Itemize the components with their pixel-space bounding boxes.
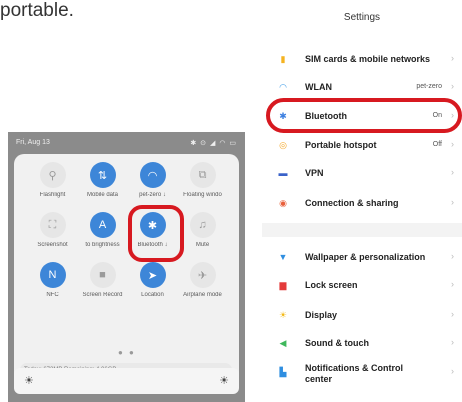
quick-toggle-screen-record[interactable]: ■ Screen Record xyxy=(80,262,125,312)
settings-row-label: Lock screen xyxy=(305,280,358,290)
chevron-right-icon: › xyxy=(451,337,454,347)
section-divider xyxy=(262,223,462,237)
quick-toggle-location[interactable]: ➤ Location xyxy=(130,262,175,312)
status-time: Fri, Aug 13 xyxy=(16,139,50,146)
quick-toggle-label: Mobile data xyxy=(86,192,119,198)
connection-sharing-icon: ◉ xyxy=(279,198,287,208)
page-indicator: ● ● xyxy=(118,348,136,357)
chevron-right-icon: › xyxy=(451,279,454,289)
mute-icon: ♫ xyxy=(189,212,216,238)
floating-window-icon: ⧉ xyxy=(189,162,216,188)
quick-toggle-floating-window[interactable]: ⧉ Floating windo xyxy=(180,162,225,212)
settings-row-wallpaper[interactable]: ▼ Wallpaper & personalization › xyxy=(262,247,462,269)
flashlight-icon: ⚲ xyxy=(39,162,66,188)
nfc-icon: N xyxy=(39,262,66,288)
settings-row-value: pet-zero xyxy=(416,83,442,90)
settings-row-vpn[interactable]: ▬ VPN › xyxy=(262,163,462,185)
quick-toggle-label: Flashlight xyxy=(39,192,66,198)
settings-row-notifications[interactable]: ▙ Notifications & Control center › xyxy=(262,362,462,384)
brightness-low-icon: ☀ xyxy=(24,375,34,387)
status-icons: ✱ ⊙ ◢ ◠ ▭ xyxy=(190,140,237,147)
screen-record-icon: ■ xyxy=(89,262,116,288)
quick-toggle-mute[interactable]: ♫ Mute xyxy=(180,212,225,262)
caption-text: portable. xyxy=(0,0,74,21)
display-icon: ☀ xyxy=(278,310,288,320)
settings-row-sound[interactable]: ◀ Sound & touch › xyxy=(262,333,462,355)
bluetooth-row-highlight xyxy=(266,98,462,133)
quick-toggle-label: Airplane mode xyxy=(183,292,222,298)
vpn-icon: ▬ xyxy=(278,168,288,178)
control-center-screen: Fri, Aug 13 ✱ ⊙ ◢ ◠ ▭ ⚲ Flashlight ⇅ Mobile… xyxy=(8,132,245,402)
settings-row-label: Display xyxy=(305,310,338,320)
control-center-panel: ⚲ Flashlight ⇅ Mobile data ◠ pet-zero ↓ ⧉ Float… xyxy=(14,154,239,384)
settings-row-value: Off xyxy=(432,141,442,148)
quick-toggle-nfc[interactable]: N NFC xyxy=(30,262,75,312)
wifi-icon: ◠ xyxy=(279,82,287,92)
settings-row-lock[interactable]: ▆ Lock screen › xyxy=(262,275,462,297)
page-title: Settings xyxy=(343,12,381,23)
chevron-right-icon: › xyxy=(451,197,454,207)
sim-icon: ▮ xyxy=(280,54,286,64)
chevron-right-icon: › xyxy=(451,53,454,63)
quick-toggle-label: Screen Record xyxy=(82,292,123,298)
settings-row-label: WLAN xyxy=(305,82,332,92)
chevron-right-icon: › xyxy=(451,81,454,91)
location-icon: ➤ xyxy=(139,262,166,288)
chevron-right-icon: › xyxy=(451,366,454,376)
quick-toggle-label: NFC xyxy=(46,292,59,298)
settings-row-label: Notifications & Control center xyxy=(305,363,403,384)
settings-screen: Settings ▮ SIM cards & mobile networks › ◠ W… xyxy=(262,0,462,402)
status-bar: Fri, Aug 13 ✱ ⊙ ◢ ◠ ▭ xyxy=(8,132,245,154)
settings-row-label: Portable hotspot xyxy=(305,140,377,150)
screenshot-icon: ⛶ xyxy=(39,212,66,238)
brightness-high-icon: ☀ xyxy=(219,375,229,387)
chevron-right-icon: › xyxy=(451,309,454,319)
bluetooth-toggle-highlight xyxy=(128,205,184,262)
chevron-right-icon: › xyxy=(451,139,454,149)
lock-icon: ▆ xyxy=(279,280,287,290)
quick-toggle-label: Floating windo xyxy=(183,192,222,198)
settings-row-label: VPN xyxy=(305,168,324,178)
settings-row-connection-sharing[interactable]: ◉ Connection & sharing › xyxy=(262,193,462,215)
hotspot-icon: ◎ xyxy=(279,140,287,150)
notifications-icon: ▙ xyxy=(279,367,287,377)
quick-toggle-label: Mute xyxy=(195,242,210,248)
wallpaper-icon: ▼ xyxy=(278,252,288,262)
mobile-data-icon: ⇅ xyxy=(89,162,116,188)
settings-row-display[interactable]: ☀ Display › xyxy=(262,305,462,327)
settings-row-sim[interactable]: ▮ SIM cards & mobile networks › xyxy=(262,49,462,71)
settings-row-wifi[interactable]: ◠ WLAN pet-zero › xyxy=(262,77,462,99)
quick-toggle-mobile-data[interactable]: ⇅ Mobile data xyxy=(80,162,125,212)
quick-toggle-label: Screenshot xyxy=(37,242,68,248)
settings-row-label: Wallpaper & personalization xyxy=(305,252,426,262)
quick-toggle-label: Location xyxy=(141,292,164,298)
auto-brightness-icon: A xyxy=(89,212,116,238)
brightness-slider[interactable]: ☀ ☀ xyxy=(14,368,239,394)
wifi-icon: ◠ xyxy=(139,162,166,188)
settings-row-label: Connection & sharing xyxy=(305,198,399,208)
quick-toggle-label: pet-zero ↓ xyxy=(139,192,166,198)
quick-toggle-flashlight[interactable]: ⚲ Flashlight xyxy=(30,162,75,212)
settings-row-label: Sound & touch xyxy=(305,338,369,348)
quick-toggle-screenshot[interactable]: ⛶ Screenshot xyxy=(30,212,75,262)
settings-row-hotspot[interactable]: ◎ Portable hotspot Off › xyxy=(262,135,462,157)
chevron-right-icon: › xyxy=(451,167,454,177)
airplane-icon: ✈ xyxy=(189,262,216,288)
chevron-right-icon: › xyxy=(451,251,454,261)
quick-toggle-airplane[interactable]: ✈ Airplane mode xyxy=(180,262,225,312)
sound-icon: ◀ xyxy=(279,338,287,348)
quick-toggle-label: to brightness xyxy=(85,242,120,248)
settings-row-label: SIM cards & mobile networks xyxy=(305,54,431,64)
quick-toggle-auto-brightness[interactable]: Ato brightness xyxy=(80,212,125,262)
